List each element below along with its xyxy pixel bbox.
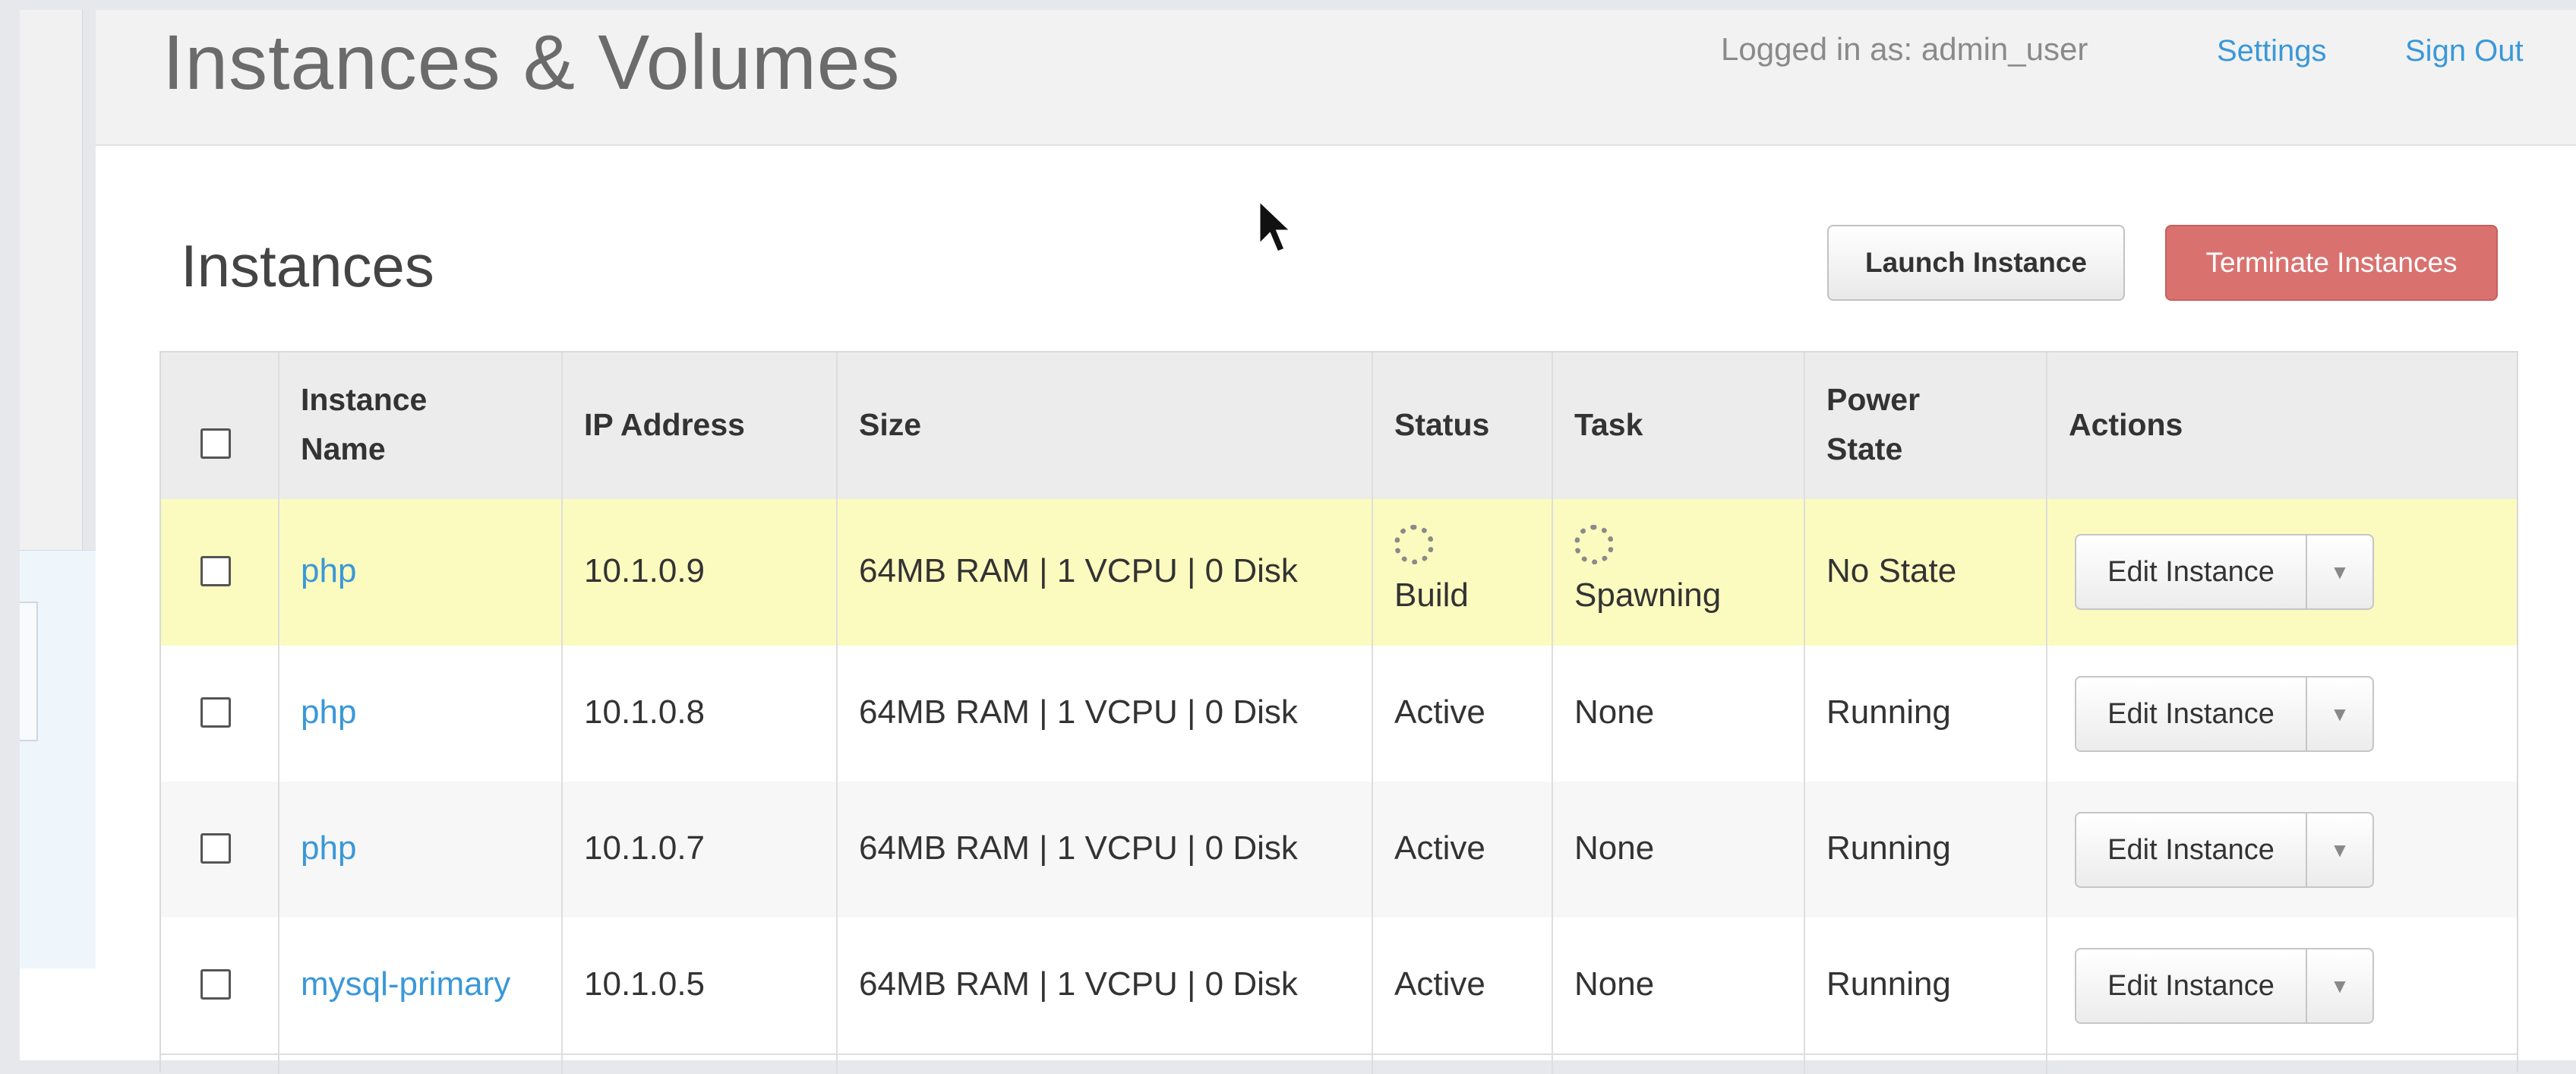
row-checkbox[interactable] bbox=[200, 697, 231, 728]
sidebar-input[interactable] bbox=[20, 602, 38, 741]
chevron-down-icon[interactable]: ▼ bbox=[2307, 813, 2372, 886]
column-divider bbox=[836, 352, 838, 1074]
terminate-instances-button[interactable]: Terminate Instances bbox=[2165, 225, 2498, 301]
settings-link[interactable]: Settings bbox=[2217, 34, 2327, 68]
ip-address: 10.1.0.9 bbox=[584, 552, 706, 589]
launch-instance-button[interactable]: Launch Instance bbox=[1827, 225, 2125, 301]
page-title: Instances & Volumes bbox=[163, 19, 901, 106]
instance-status: Active bbox=[1394, 693, 1485, 731]
instance-task: None bbox=[1574, 965, 1655, 1003]
sidebar-bottom bbox=[20, 968, 96, 1060]
edit-instance-button[interactable]: Edit Instance bbox=[2076, 678, 2307, 750]
ip-address: 10.1.0.7 bbox=[584, 829, 706, 867]
instance-size: 64MB RAM | 1 VCPU | 0 Disk bbox=[859, 693, 1298, 731]
table-header: Instance Name IP Address Size Status Task… bbox=[161, 352, 2517, 501]
page-header: Instances & Volumes Logged in as: admin_… bbox=[96, 10, 2576, 146]
edit-instance-button[interactable]: Edit Instance bbox=[2076, 535, 2307, 608]
row-checkbox[interactable] bbox=[200, 969, 231, 1000]
ip-address: 10.1.0.5 bbox=[584, 965, 706, 1003]
chevron-down-icon[interactable]: ▼ bbox=[2307, 678, 2372, 750]
instance-task: Spawning bbox=[1574, 576, 1722, 614]
header-task[interactable]: Task bbox=[1574, 400, 1643, 450]
column-divider bbox=[1372, 352, 1373, 1074]
sign-out-link[interactable]: Sign Out bbox=[2405, 34, 2524, 68]
row-checkbox[interactable] bbox=[200, 833, 231, 864]
header-power-state[interactable]: Power State bbox=[1826, 375, 1920, 474]
chevron-down-icon[interactable]: ▼ bbox=[2307, 535, 2372, 608]
mouse-cursor-icon bbox=[1258, 199, 1294, 254]
edit-instance-button-group: Edit Instance ▼ bbox=[2075, 676, 2374, 752]
section-title: Instances bbox=[181, 232, 434, 299]
instance-name-link[interactable]: mysql-primary bbox=[301, 965, 510, 1003]
instance-status: Active bbox=[1394, 829, 1485, 867]
column-divider bbox=[1804, 352, 1805, 1074]
loading-spinner-icon bbox=[1574, 525, 1614, 564]
header-instance-name[interactable]: Instance Name bbox=[301, 375, 427, 474]
header-size[interactable]: Size bbox=[859, 400, 921, 450]
edit-instance-button-group: Edit Instance ▼ bbox=[2075, 812, 2374, 888]
instance-name-link[interactable]: php bbox=[301, 693, 356, 731]
instance-status: Build bbox=[1394, 576, 1469, 614]
table-row: php 10.1.0.9 64MB RAM | 1 VCPU | 0 Disk … bbox=[161, 499, 2517, 647]
power-state: No State bbox=[1826, 552, 1957, 589]
power-state: Running bbox=[1826, 693, 1951, 731]
column-divider bbox=[561, 352, 563, 1074]
instances-table: Instance Name IP Address Size Status Task… bbox=[159, 351, 2518, 1074]
logged-in-user: Logged in as: admin_user bbox=[1721, 31, 2088, 67]
instance-status: Active bbox=[1394, 965, 1485, 1003]
column-divider bbox=[2046, 352, 2047, 1074]
select-all-checkbox[interactable] bbox=[200, 428, 231, 459]
column-divider bbox=[278, 352, 279, 1074]
table-row: php 10.1.0.8 64MB RAM | 1 VCPU | 0 Disk … bbox=[161, 646, 2517, 783]
instance-name-link[interactable]: php bbox=[301, 552, 356, 590]
header-actions: Actions bbox=[2069, 407, 2183, 442]
edit-instance-button[interactable]: Edit Instance bbox=[2076, 949, 2307, 1022]
row-checkbox[interactable] bbox=[200, 556, 231, 586]
power-state: Running bbox=[1826, 965, 1951, 1003]
instance-task: None bbox=[1574, 693, 1655, 731]
instance-size: 64MB RAM | 1 VCPU | 0 Disk bbox=[859, 965, 1298, 1003]
header-status[interactable]: Status bbox=[1394, 400, 1489, 450]
instance-size: 64MB RAM | 1 VCPU | 0 Disk bbox=[859, 829, 1298, 867]
table-row: mysql-primary 10.1.0.5 64MB RAM | 1 VCPU… bbox=[161, 918, 2517, 1055]
edit-instance-button-group: Edit Instance ▼ bbox=[2075, 534, 2374, 610]
table-row: php 10.1.0.7 64MB RAM | 1 VCPU | 0 Disk … bbox=[161, 782, 2517, 919]
main-content: Instances & Volumes Logged in as: admin_… bbox=[96, 10, 2576, 1074]
edit-instance-button-group: Edit Instance ▼ bbox=[2075, 948, 2374, 1024]
chevron-down-icon[interactable]: ▼ bbox=[2307, 949, 2372, 1022]
header-ip-address[interactable]: IP Address bbox=[584, 400, 745, 450]
edit-instance-button[interactable]: Edit Instance bbox=[2076, 813, 2307, 886]
ip-address: 10.1.0.8 bbox=[584, 693, 706, 731]
power-state: Running bbox=[1826, 829, 1951, 867]
instance-task: None bbox=[1574, 829, 1655, 867]
loading-spinner-icon bbox=[1394, 525, 1434, 564]
instance-name-link[interactable]: php bbox=[301, 829, 356, 867]
column-divider bbox=[1552, 352, 1553, 1074]
instance-size: 64MB RAM | 1 VCPU | 0 Disk bbox=[859, 552, 1298, 589]
